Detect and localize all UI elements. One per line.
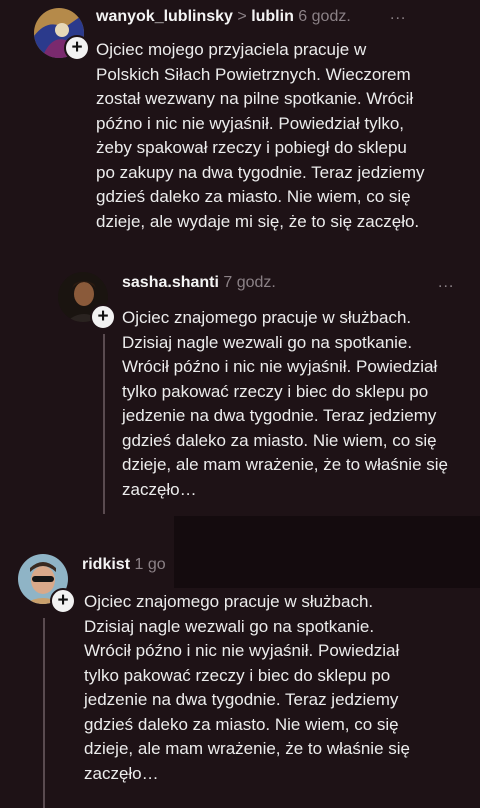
more-options-icon[interactable]: ...	[438, 274, 454, 292]
body-line: jedzenie na dwa tygodnie. Teraz jedziemy	[122, 406, 437, 425]
body-line: Ojciec znajomego pracuje w służbach.	[122, 308, 412, 327]
post-header: wanyok_lublinsky > lublin 6 godz.	[96, 8, 351, 26]
body-line: Dzisiaj nagle wezwali go na spotkanie.	[122, 332, 413, 352]
body-line: późno i nic nie wyjaśnił. Powiedział tyl…	[96, 113, 405, 133]
body-line: jedzenie na dwa tygodnie. Teraz jedziemy	[84, 690, 399, 709]
body-line: został wezwany na pilne spotkanie. Wróci…	[96, 89, 414, 108]
username[interactable]: wanyok_lublinsky	[96, 8, 233, 25]
post-body: Ojciec znajomego pracuje w służbach. Dzi…	[122, 306, 448, 502]
post-ridkist: + ridkist 1 go Ojciec znajomego pracuje …	[0, 548, 480, 808]
body-line: Polskich Siłach Powietrznych. Wieczorem	[96, 64, 411, 84]
body-line: dzieje, ale wydaje mi się, że to się zac…	[96, 211, 420, 231]
chevron-right-icon: >	[237, 8, 247, 25]
timestamp: 7 godz.	[223, 274, 276, 291]
post-wanyok: + wanyok_lublinsky > lublin 6 godz. ... …	[0, 0, 480, 240]
body-line: zaczęło…	[84, 763, 159, 783]
thread-line	[43, 618, 45, 808]
body-line: Dzisiaj nagle wezwali go na spotkanie.	[84, 616, 375, 636]
post-sasha: + sasha.shanti 7 godz. ... Ojciec znajom…	[0, 262, 480, 514]
body-line: tylko pakować rzeczy i biec do sklepu po	[122, 381, 429, 401]
body-line: gdzieś daleko za miasto. Nie wiem, co si…	[84, 714, 399, 734]
username[interactable]: ridkist	[82, 556, 130, 573]
post-body: Ojciec znajomego pracuje w służbach. Dzi…	[84, 590, 410, 786]
body-line: po zakupy na dwa tygodnie. Teraz jedziem…	[96, 162, 425, 182]
post-header: sasha.shanti 7 godz.	[122, 274, 276, 292]
more-options-icon[interactable]: ...	[390, 6, 406, 24]
body-line: zaczęło…	[122, 479, 197, 499]
body-line: gdzieś daleko za miasto. Nie wiem, co si…	[122, 430, 437, 450]
body-line: dzieje, ale mam wrażenie, że to właśnie …	[84, 739, 410, 758]
username[interactable]: sasha.shanti	[122, 274, 219, 291]
body-line: tylko pakować rzeczy i biec do sklepu po	[84, 665, 391, 685]
body-line: Wrócił późno i nic nie wyjaśnił. Powiedz…	[84, 641, 400, 660]
thread-line	[103, 334, 105, 514]
body-line: żeby spakował rzeczy i pobiegł do sklepu	[96, 138, 407, 157]
body-line: dzieje, ale mam wrażenie, że to właśnie …	[122, 455, 448, 474]
follow-plus-icon[interactable]: +	[90, 304, 116, 330]
post-header: ridkist 1 go	[82, 556, 166, 574]
timestamp: 1 go	[134, 556, 166, 573]
body-line: gdzieś daleko za miasto. Nie wiem, co si…	[96, 187, 411, 206]
follow-plus-icon[interactable]: +	[50, 588, 76, 614]
timestamp: 6 godz.	[298, 8, 351, 25]
body-line: Ojciec mojego przyjaciela pracuje w	[96, 40, 367, 59]
follow-plus-icon[interactable]: +	[64, 35, 90, 61]
post-body: Ojciec mojego przyjaciela pracuje w Pols…	[96, 38, 425, 234]
body-line: Wrócił późno i nic nie wyjaśnił. Powiedz…	[122, 357, 438, 376]
community-name[interactable]: lublin	[251, 8, 294, 25]
body-line: Ojciec znajomego pracuje w służbach.	[84, 592, 374, 611]
